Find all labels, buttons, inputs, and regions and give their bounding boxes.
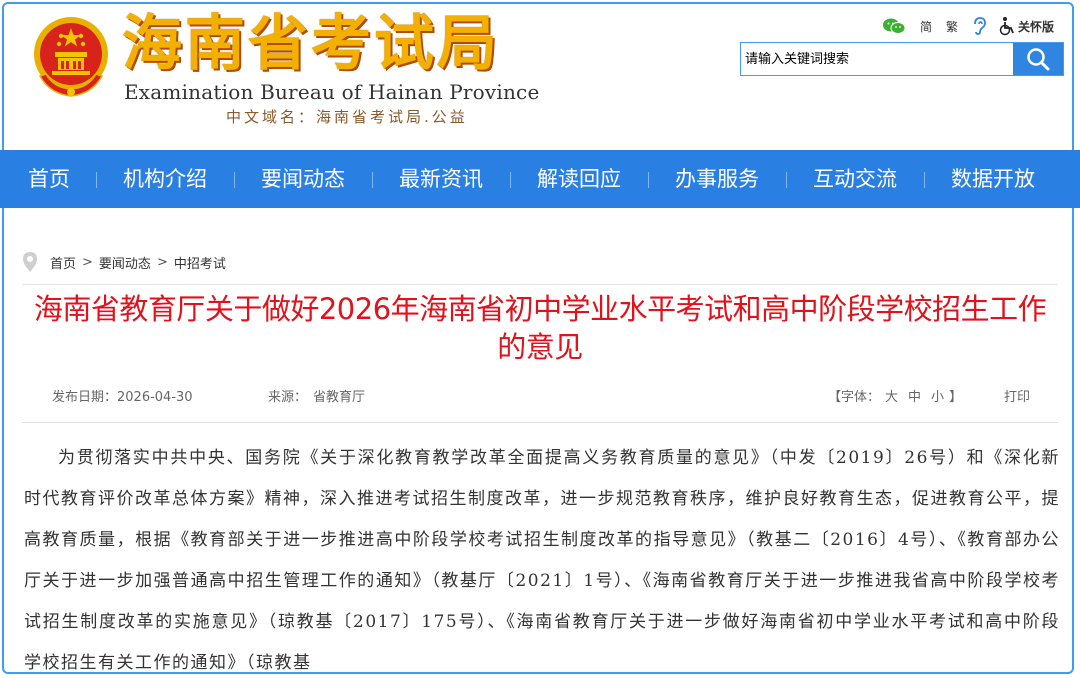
font-size-controls: 【字体： 大中小】 <box>828 386 962 405</box>
nav-divider <box>648 172 649 188</box>
font-size-large[interactable]: 大 <box>885 390 898 405</box>
nav-item-latest[interactable]: 最新资讯 <box>399 150 483 208</box>
nav-divider <box>786 172 787 188</box>
chinese-domain-name: 中文域名：海南省考试局.公益 <box>226 108 468 126</box>
top-tools: 简 繁 关怀版 <box>882 14 1054 38</box>
article-body: 为贯彻落实中共中央、国务院《关于深化教育教学改革全面提高义务教育质量的意见》（中… <box>24 448 1060 673</box>
logo-chinese-title: 海南省考试局 <box>122 9 500 79</box>
nav-item-open-data[interactable]: 数据开放 <box>951 150 1035 208</box>
breadcrumb-separator: > <box>156 254 168 270</box>
nav-item-home[interactable]: 首页 <box>28 150 70 208</box>
nav-divider <box>234 172 235 188</box>
nav-item-about[interactable]: 机构介绍 <box>123 150 207 208</box>
wheelchair-icon <box>999 17 1014 36</box>
article-source: 来源： 省教育厅 <box>268 386 365 405</box>
wechat-icon[interactable] <box>882 17 906 35</box>
source-value: 省教育厅 <box>313 390 366 405</box>
breadcrumb-divider <box>22 284 1058 285</box>
source-label: 来源： <box>268 390 308 405</box>
location-pin-icon <box>23 252 37 272</box>
national-emblem-icon <box>34 17 108 97</box>
font-size-medium[interactable]: 中 <box>908 390 921 405</box>
nav-divider <box>96 172 97 188</box>
breadcrumb: 首页 > 要闻动态 > 中招考试 <box>22 248 226 276</box>
font-size-label: 【字体： <box>828 390 881 405</box>
nav-item-interpretation[interactable]: 解读回应 <box>537 150 621 208</box>
font-size-small[interactable]: 小 <box>931 390 944 405</box>
search-icon <box>1027 48 1050 71</box>
nav-item-interaction[interactable]: 互动交流 <box>813 150 897 208</box>
simplified-chinese-link[interactable]: 简 <box>920 18 932 35</box>
article-title: 海南省教育厅关于做好2026年海南省初中学业水平考试和高中阶段学校招生工作的意见 <box>33 292 1047 364</box>
publish-date: 发布日期：2026-04-30 <box>52 386 193 405</box>
nav-divider <box>510 172 511 188</box>
breadcrumb-home[interactable]: 首页 <box>50 253 76 272</box>
nav-divider <box>924 172 925 188</box>
care-mode-link[interactable]: 关怀版 <box>998 16 1054 36</box>
breadcrumb-news[interactable]: 要闻动态 <box>99 253 151 272</box>
search-button[interactable] <box>1013 43 1063 75</box>
care-mode-label: 关怀版 <box>1018 19 1055 34</box>
search-input[interactable] <box>741 43 1013 75</box>
logo-english-title: Examination Bureau of Hainan Province <box>124 80 540 104</box>
breadcrumb-separator: > <box>82 254 93 270</box>
search-box <box>740 42 1064 76</box>
nav-item-services[interactable]: 办事服务 <box>675 150 759 208</box>
nav-divider <box>372 172 373 188</box>
font-size-close: 】 <box>949 390 963 405</box>
main-nav: 首页 机构介绍 要闻动态 最新资讯 解读回应 办事服务 互动交流 数据开放 <box>0 150 1080 208</box>
meta-divider <box>22 422 1058 423</box>
publish-date-label: 发布日期： <box>52 390 118 405</box>
ear-accessibility-icon[interactable] <box>970 16 988 36</box>
publish-date-value: 2026-04-30 <box>117 390 193 405</box>
traditional-chinese-link[interactable]: 繁 <box>946 18 958 35</box>
breadcrumb-zhongkao[interactable]: 中招考试 <box>174 253 226 272</box>
nav-item-news[interactable]: 要闻动态 <box>261 150 345 208</box>
print-link[interactable]: 打印 <box>1004 386 1030 405</box>
